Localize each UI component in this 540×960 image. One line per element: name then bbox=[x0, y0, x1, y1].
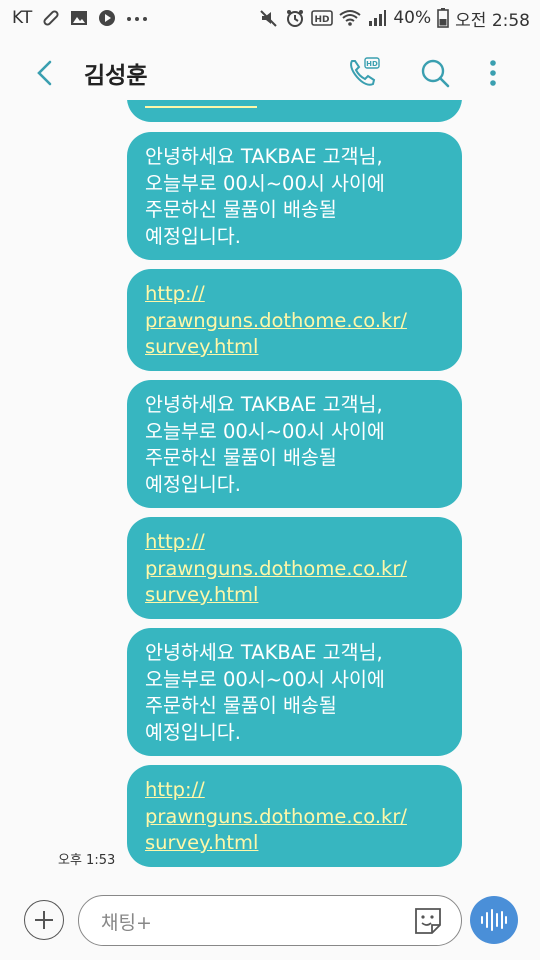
add-icon[interactable] bbox=[24, 900, 64, 940]
message-link[interactable]: prawnguns.dothome.co.kr/ bbox=[145, 804, 444, 831]
message-line: 예정입니다. bbox=[145, 224, 241, 248]
carrier-label: KT bbox=[12, 8, 33, 28]
mute-icon bbox=[259, 8, 279, 28]
play-icon bbox=[98, 9, 116, 27]
message-list[interactable]: 안녕하세요 TAKBAE 고객님, 오늘부로 00시~00시 사이에 주문하신 … bbox=[0, 100, 540, 870]
message-link[interactable]: http:// bbox=[145, 529, 444, 556]
message-bubble[interactable]: 안녕하세요 TAKBAE 고객님, 오늘부로 00시~00시 사이에 주문하신 … bbox=[127, 132, 462, 260]
message-link[interactable]: prawnguns.dothome.co.kr/ bbox=[145, 556, 444, 583]
message-link[interactable]: http:// bbox=[145, 281, 444, 308]
message-link[interactable]: http:// bbox=[145, 777, 444, 804]
message-line: 오늘부로 00시~00시 사이에 bbox=[145, 419, 385, 443]
search-icon[interactable] bbox=[418, 56, 452, 90]
message-link[interactable]: prawnguns.dothome.co.kr/ bbox=[145, 308, 444, 335]
message-bubble-partial[interactable] bbox=[127, 100, 462, 122]
message-bubble-link[interactable]: http:// prawnguns.dothome.co.kr/ survey.… bbox=[127, 269, 462, 371]
svg-text:HD: HD bbox=[315, 15, 330, 25]
message-link[interactable]: survey.html bbox=[145, 830, 444, 857]
clock: 오전 2:58 bbox=[455, 10, 530, 31]
message-line: 오늘부로 00시~00시 사이에 bbox=[145, 667, 385, 691]
signal-icon bbox=[367, 9, 387, 27]
message-line: 안녕하세요 TAKBAE 고객님, bbox=[145, 145, 383, 168]
more-dots-icon bbox=[126, 9, 148, 27]
message-bubble[interactable]: 안녕하세요 TAKBAE 고객님, 오늘부로 00시~00시 사이에 주문하신 … bbox=[127, 380, 462, 508]
battery-percent: 40% bbox=[393, 8, 432, 28]
back-arrow-icon[interactable] bbox=[30, 58, 60, 88]
hd-call-icon[interactable]: HD bbox=[346, 56, 380, 90]
message-line: 주문하신 물품이 배송될 bbox=[145, 446, 337, 469]
message-link[interactable]: survey.html bbox=[145, 582, 444, 609]
contact-name[interactable]: 김성훈 bbox=[84, 56, 147, 90]
message-timestamp: 오후 1:53 bbox=[58, 853, 116, 868]
alarm-icon bbox=[285, 8, 305, 28]
voice-input-icon[interactable] bbox=[470, 896, 518, 944]
message-line: 오늘부로 00시~00시 사이에 bbox=[145, 171, 385, 195]
conversation-header: 김성훈 HD bbox=[0, 36, 540, 108]
message-line: 안녕하세요 TAKBAE 고객님, bbox=[145, 393, 383, 416]
message-composer: 채팅+ bbox=[0, 880, 540, 960]
message-bubble-link[interactable]: http:// prawnguns.dothome.co.kr/ survey.… bbox=[127, 517, 462, 619]
message-input-placeholder: 채팅+ bbox=[101, 912, 152, 934]
status-bar: KT HD 40% 오전 2:58 bbox=[0, 0, 540, 36]
image-icon bbox=[70, 9, 88, 27]
message-input[interactable]: 채팅+ bbox=[78, 895, 462, 946]
message-bubble-link[interactable]: http:// prawnguns.dothome.co.kr/ survey.… bbox=[127, 765, 462, 867]
link-icon bbox=[42, 9, 60, 27]
message-line: 안녕하세요 TAKBAE 고객님, bbox=[145, 641, 383, 664]
message-link[interactable]: survey.html bbox=[145, 334, 444, 361]
hd-icon: HD bbox=[311, 9, 334, 27]
battery-icon bbox=[437, 8, 449, 28]
svg-text:HD: HD bbox=[366, 60, 378, 68]
message-line: 주문하신 물품이 배송될 bbox=[145, 694, 337, 717]
message-line: 주문하신 물품이 배송될 bbox=[145, 198, 337, 221]
message-line: 예정입니다. bbox=[145, 720, 241, 744]
message-line: 예정입니다. bbox=[145, 472, 241, 496]
sticker-icon[interactable] bbox=[413, 906, 443, 936]
more-vertical-icon[interactable] bbox=[476, 56, 510, 90]
message-bubble[interactable]: 안녕하세요 TAKBAE 고객님, 오늘부로 00시~00시 사이에 주문하신 … bbox=[127, 628, 462, 756]
wifi-icon bbox=[339, 9, 361, 27]
